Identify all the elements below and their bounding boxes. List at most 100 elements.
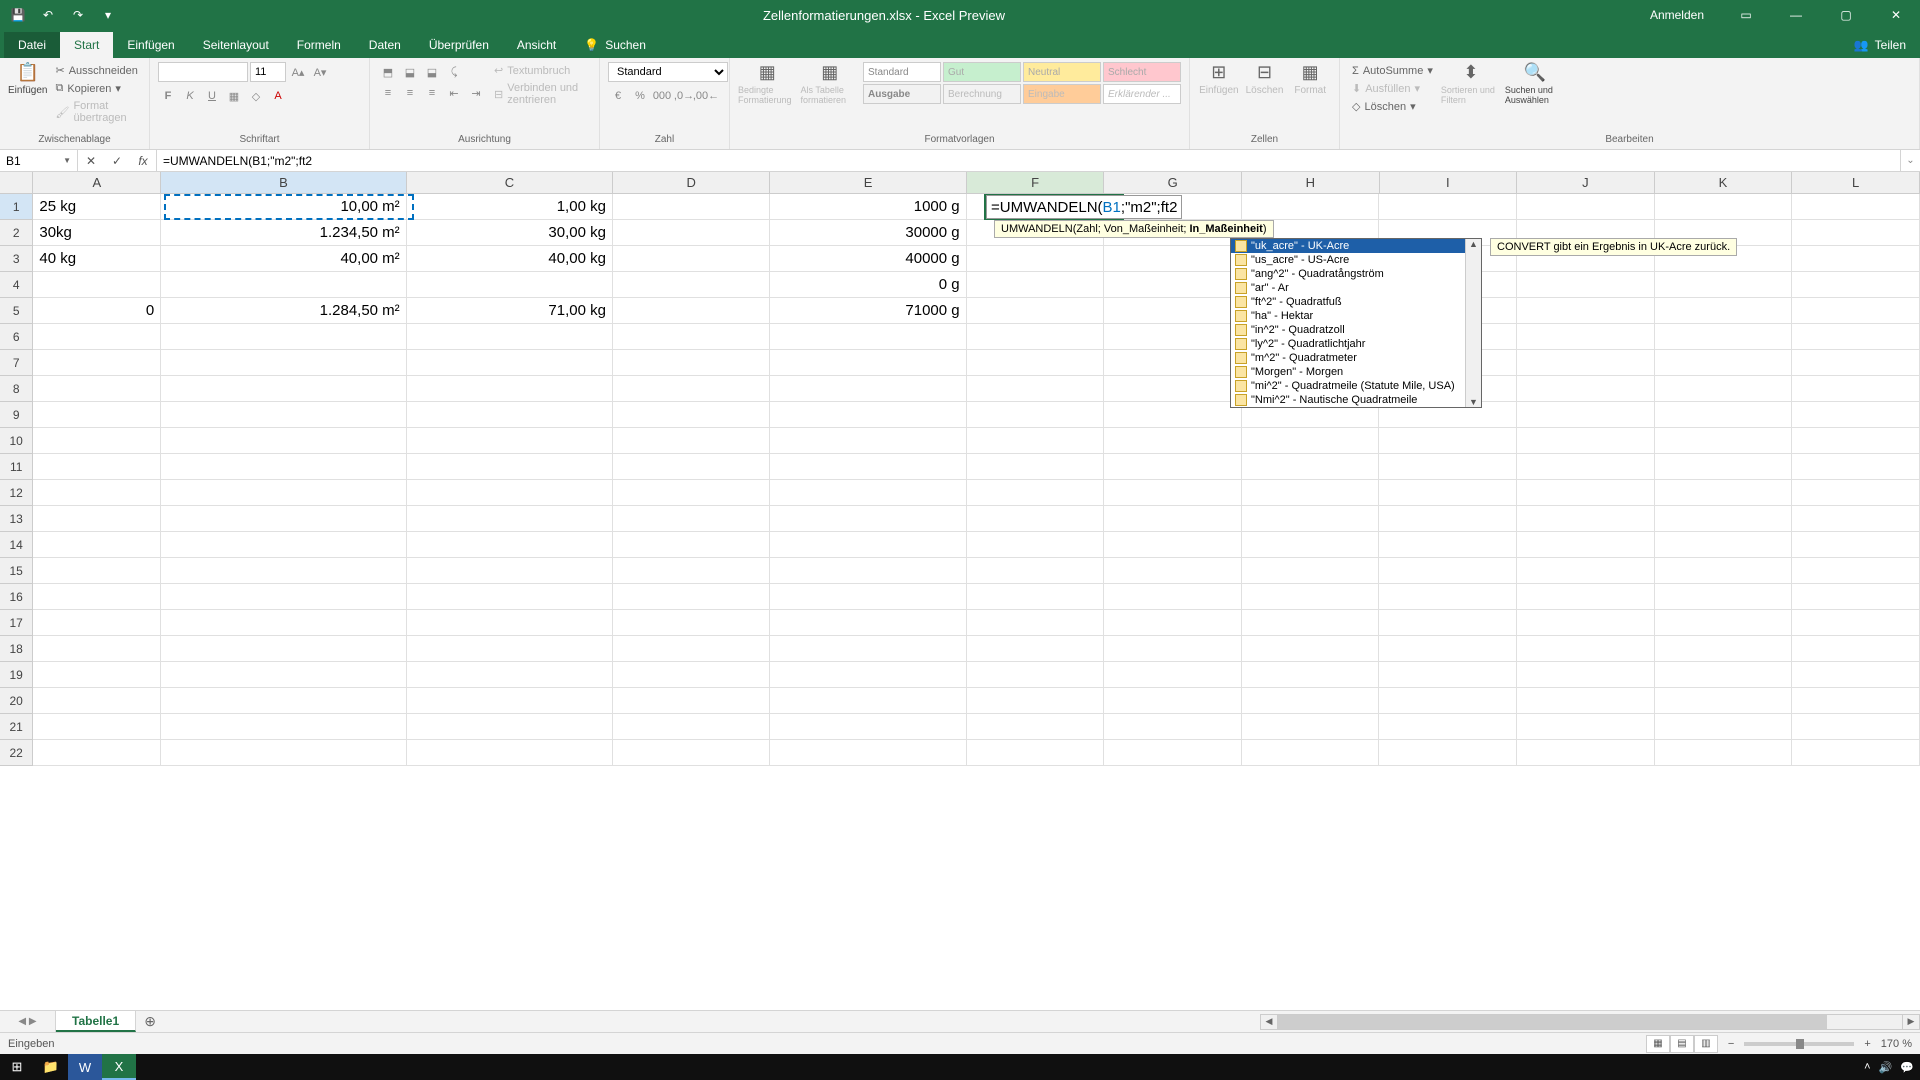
cell-G3[interactable] [1104,246,1242,272]
expand-formula-bar-icon[interactable]: ⌄ [1900,150,1920,171]
cancel-formula-button[interactable]: ✕ [78,154,104,168]
cell-L20[interactable] [1792,688,1920,714]
cell-F5[interactable] [967,298,1105,324]
align-left-icon[interactable]: ≡ [378,83,398,103]
scroll-right-icon[interactable]: ▶ [1902,1014,1920,1030]
cell-E19[interactable] [770,662,966,688]
column-header-K[interactable]: K [1655,172,1793,194]
style-ausgabe[interactable]: Ausgabe [863,84,941,104]
align-right-icon[interactable]: ≡ [422,83,442,103]
autocomplete-item[interactable]: "mi^2" - Quadratmeile (Statute Mile, USA… [1231,379,1481,393]
autocomplete-item[interactable]: "us_acre" - US-Acre [1231,253,1481,267]
cell-K9[interactable] [1655,402,1793,428]
cell-I12[interactable] [1379,480,1517,506]
cell-E7[interactable] [770,350,966,376]
cell-L14[interactable] [1792,532,1920,558]
cell-B13[interactable] [161,506,407,532]
cell-D22[interactable] [613,740,770,766]
column-header-I[interactable]: I [1380,172,1518,194]
cell-D7[interactable] [613,350,770,376]
cell-D2[interactable] [613,220,770,246]
cell-styles-gallery[interactable]: Standard Gut Neutral Schlecht Ausgabe Be… [863,62,1181,104]
ribbon-display-icon[interactable]: ▭ [1726,0,1766,30]
row-header[interactable]: 5 [0,298,33,324]
cell-L16[interactable] [1792,584,1920,610]
cell-E14[interactable] [770,532,966,558]
cell-A22[interactable] [33,740,161,766]
cell-K15[interactable] [1655,558,1793,584]
cell-C1[interactable]: 1,00 kg [407,194,613,220]
cell-C7[interactable] [407,350,613,376]
cell-F11[interactable] [967,454,1105,480]
cell-D6[interactable] [613,324,770,350]
cell-I11[interactable] [1379,454,1517,480]
cell-G11[interactable] [1104,454,1242,480]
cell-G7[interactable] [1104,350,1242,376]
cell-K17[interactable] [1655,610,1793,636]
cell-I1[interactable] [1379,194,1517,220]
cell-I16[interactable] [1379,584,1517,610]
autocomplete-item[interactable]: "ft^2" - Quadratfuß [1231,295,1481,309]
row-header[interactable]: 8 [0,376,33,402]
maximize-icon[interactable]: ▢ [1826,0,1866,30]
cell-A10[interactable] [33,428,161,454]
select-all-corner[interactable] [0,172,33,194]
share-button[interactable]: 👥Teilen [1840,32,1920,58]
column-header-A[interactable]: A [33,172,161,194]
underline-button[interactable]: U [202,86,222,106]
cell-F10[interactable] [967,428,1105,454]
row-header[interactable]: 2 [0,220,33,246]
tab-einfugen[interactable]: Einfügen [113,32,188,58]
cell-A7[interactable] [33,350,161,376]
cell-K18[interactable] [1655,636,1793,662]
cell-L3[interactable] [1792,246,1920,272]
style-neutral[interactable]: Neutral [1023,62,1101,82]
autocomplete-item[interactable]: "in^2" - Quadratzoll [1231,323,1481,337]
cell-F18[interactable] [967,636,1105,662]
cell-G5[interactable] [1104,298,1242,324]
normal-view-button[interactable]: ▦ [1646,1035,1670,1053]
cell-I13[interactable] [1379,506,1517,532]
cell-F22[interactable] [967,740,1105,766]
cell-K8[interactable] [1655,376,1793,402]
row-header[interactable]: 4 [0,272,33,298]
paste-button[interactable]: 📋 Einfügen [8,62,47,96]
cell-E8[interactable] [770,376,966,402]
cell-D5[interactable] [613,298,770,324]
cell-L19[interactable] [1792,662,1920,688]
cell-F14[interactable] [967,532,1105,558]
cell-A12[interactable] [33,480,161,506]
autocomplete-item[interactable]: "ly^2" - Quadratlichtjahr [1231,337,1481,351]
cell-L9[interactable] [1792,402,1920,428]
cell-L12[interactable] [1792,480,1920,506]
cell-A17[interactable] [33,610,161,636]
cell-E16[interactable] [770,584,966,610]
tab-daten[interactable]: Daten [355,32,415,58]
cell-L13[interactable] [1792,506,1920,532]
cell-D13[interactable] [613,506,770,532]
cell-A1[interactable]: 25 kg [33,194,161,220]
cell-B17[interactable] [161,610,407,636]
style-gut[interactable]: Gut [943,62,1021,82]
autocomplete-item[interactable]: "Nmi^2" - Nautische Quadratmeile [1231,393,1481,407]
cell-B12[interactable] [161,480,407,506]
column-header-E[interactable]: E [770,172,967,194]
cell-K21[interactable] [1655,714,1793,740]
cell-B6[interactable] [161,324,407,350]
cell-K22[interactable] [1655,740,1793,766]
autosum-button[interactable]: ΣAutoSumme▾ [1348,62,1437,79]
row-header[interactable]: 14 [0,532,33,558]
cell-J9[interactable] [1517,402,1655,428]
cell-D16[interactable] [613,584,770,610]
number-format-select[interactable]: Standard [608,62,728,82]
cell-J1[interactable] [1517,194,1655,220]
cell-I18[interactable] [1379,636,1517,662]
bold-button[interactable]: F [158,86,178,106]
delete-cells-button[interactable]: ⊟Löschen [1244,62,1286,96]
cell-I22[interactable] [1379,740,1517,766]
cell-F19[interactable] [967,662,1105,688]
row-header[interactable]: 1 [0,194,33,220]
cell-F17[interactable] [967,610,1105,636]
cell-A2[interactable]: 30kg [33,220,161,246]
font-color-button[interactable]: A [268,86,288,106]
